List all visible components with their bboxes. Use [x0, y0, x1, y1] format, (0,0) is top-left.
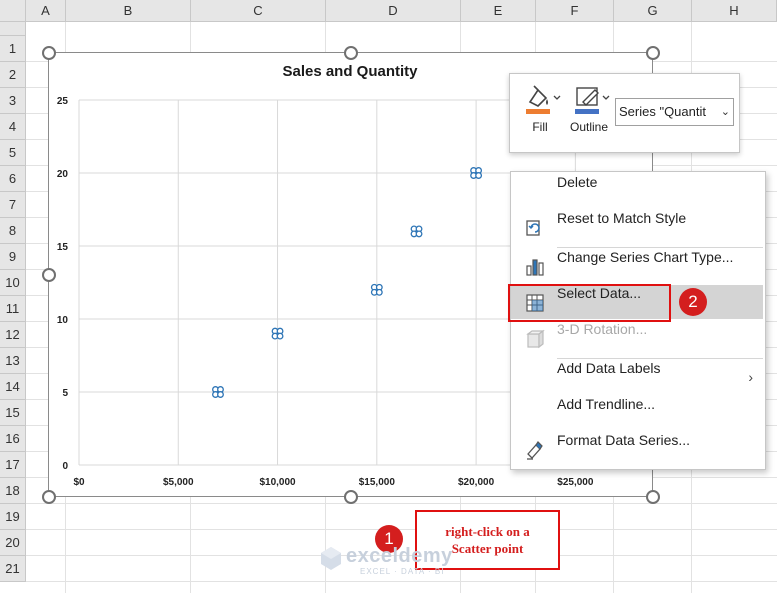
chevron-down-icon: ⌄ [718, 99, 730, 125]
data-points [212, 167, 483, 398]
x-tick-label: $25,000 [557, 477, 594, 488]
pen-outline-icon [575, 87, 610, 114]
chart-resize-handle-top-right[interactable] [646, 46, 660, 60]
menu-separator [557, 358, 763, 359]
x-tick-label: $10,000 [259, 477, 296, 488]
menu-item-label: Change Series Chart Type... [557, 249, 734, 265]
fill-button[interactable]: Fill [516, 82, 564, 144]
exceldemy-watermark: exceldemy EXCEL · DATA · BI [318, 545, 452, 576]
watermark-tagline: EXCEL · DATA · BI [360, 567, 445, 576]
y-tick-label: 20 [57, 169, 69, 180]
y-axis-labels: 0 5 10 15 20 25 [57, 96, 69, 472]
exceldemy-logo-icon [321, 547, 341, 570]
chart-resize-handle-top[interactable] [344, 46, 358, 60]
x-tick-label: $5,000 [163, 477, 194, 488]
menu-item-label: Format Data Series... [557, 432, 691, 448]
x-tick-label: $15,000 [359, 477, 396, 488]
y-tick-label: 25 [57, 96, 69, 107]
format-mini-toolbar: Fill Outline Series "Quantit ⌄ [509, 73, 740, 153]
menu-item-change-series-chart-type[interactable]: Change Series Chart Type... [511, 249, 763, 283]
format-series-icon [527, 441, 543, 460]
y-tick-label: 5 [62, 388, 68, 399]
menu-item-label: 3-D Rotation... [557, 321, 648, 337]
callout-line-1: right-click on a [445, 524, 530, 539]
menu-item-format-data-series[interactable]: Format Data Series... [511, 432, 763, 466]
fill-label: Fill [532, 120, 548, 134]
series-dropdown[interactable]: Series "Quantit ⌄ [615, 98, 734, 126]
paint-bucket-icon [526, 85, 561, 114]
step-2-badge: 2 [679, 288, 707, 316]
series-dropdown-value: Series "Quantit [619, 104, 706, 119]
reset-style-icon [526, 220, 540, 236]
y-tick-label: 0 [62, 461, 68, 472]
select-data-highlight-box [508, 284, 671, 322]
menu-item-reset-to-match-style[interactable]: Reset to Match Style [511, 210, 763, 244]
chart-resize-handle-bottom-right[interactable] [646, 490, 660, 504]
menu-item-add-trendline[interactable]: Add Trendline... [511, 396, 763, 430]
watermark-name: exceldemy [346, 545, 453, 567]
menu-item-label: Delete [557, 174, 598, 190]
data-point-marker [475, 172, 483, 179]
menu-separator [557, 247, 763, 248]
data-point-marker [375, 288, 383, 296]
menu-item-label: Reset to Match Style [557, 210, 687, 226]
chart-resize-handle-left[interactable] [42, 268, 56, 282]
chart-resize-handle-bottom-left[interactable] [42, 490, 56, 504]
data-point[interactable] [410, 225, 423, 238]
x-tick-label: $0 [73, 477, 85, 488]
data-point-marker [415, 230, 423, 238]
outline-label: Outline [569, 120, 609, 134]
cube-icon [526, 329, 545, 349]
menu-item-label: Add Data Labels [557, 360, 661, 376]
menu-item-label: Add Trendline... [557, 396, 656, 412]
bar-chart-icon [526, 259, 544, 276]
menu-item-3d-rotation[interactable]: 3-D Rotation... [511, 321, 763, 355]
y-tick-label: 10 [57, 315, 69, 326]
chart-resize-handle-bottom[interactable] [344, 490, 358, 504]
y-tick-label: 15 [57, 242, 69, 253]
x-axis-labels: $0 $5,000 $10,000 $15,000 $20,000 $25,000 [73, 477, 593, 488]
menu-item-add-data-labels[interactable]: Add Data Labels › [511, 360, 763, 394]
x-tick-label: $20,000 [458, 477, 495, 488]
menu-item-delete[interactable]: Delete [511, 174, 763, 208]
chevron-right-icon: › [748, 369, 753, 385]
data-point-marker [217, 391, 224, 398]
data-point-marker [276, 332, 284, 340]
outline-button[interactable]: Outline [565, 82, 613, 144]
chart-resize-handle-top-left[interactable] [42, 46, 56, 60]
